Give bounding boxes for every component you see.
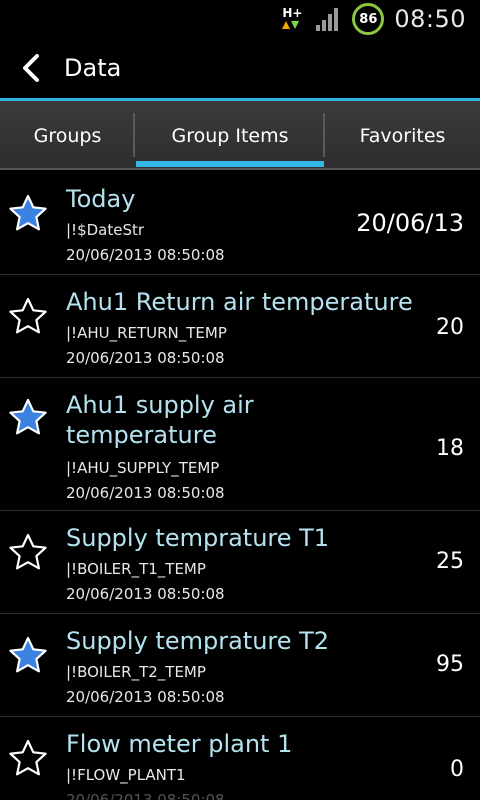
favorite-star-outline-icon[interactable]: [8, 297, 48, 337]
tab-favorites[interactable]: Favorites: [325, 101, 480, 170]
item-tag: |!BOILER_T1_TEMP: [66, 560, 206, 578]
item-tag: |!$DateStr: [66, 221, 145, 239]
item-value: 20/06/13: [356, 209, 464, 237]
item-name: Supply temprature T1: [66, 524, 330, 552]
network-activity-icon: H+: [280, 4, 302, 34]
item-name: Flow meter plant 1: [66, 730, 293, 758]
download-arrow-icon: [291, 21, 300, 29]
item-name: Today: [66, 185, 136, 213]
item-timestamp: 20/06/2013 08:50:08: [66, 484, 225, 502]
item-timestamp: 20/06/2013 08:50:08: [66, 349, 225, 367]
item-value: 20: [436, 315, 464, 340]
item-timestamp: 20/06/2013 08:50:08: [66, 585, 225, 603]
item-name: Ahu1 supply air temperature: [66, 391, 254, 449]
page-title: Data: [64, 54, 122, 82]
upload-arrow-icon: [282, 21, 291, 29]
item-value: 25: [436, 549, 464, 574]
favorite-star-outline-icon[interactable]: [8, 533, 48, 573]
tab-label: Group Items: [171, 124, 289, 147]
item-tag: |!FLOW_PLANT1: [66, 766, 186, 784]
list-item[interactable]: Ahu1 supply air temperature |!AHU_SUPPLY…: [0, 378, 480, 511]
status-bar: H+ 86 08:50: [0, 0, 480, 38]
action-bar: Data: [0, 38, 480, 98]
item-timestamp: 20/06/2013 08:50:08: [66, 246, 225, 264]
selected-tab-indicator: [136, 161, 324, 167]
tab-label: Favorites: [359, 124, 446, 147]
favorite-star-filled-icon[interactable]: [8, 194, 48, 234]
list-item[interactable]: Supply temprature T1 |!BOILER_T1_TEMP 20…: [0, 511, 480, 614]
item-tag: |!AHU_RETURN_TEMP: [66, 324, 227, 342]
tab-label: Groups: [33, 124, 102, 147]
item-value: 95: [436, 652, 464, 677]
battery-icon: 86: [352, 3, 385, 35]
network-type-label: H+: [282, 6, 303, 20]
tab-group-items[interactable]: Group Items: [135, 101, 325, 170]
status-clock: 08:50: [394, 5, 466, 33]
tab-groups[interactable]: Groups: [0, 101, 135, 170]
battery-level: 86: [359, 11, 378, 27]
list-item[interactable]: Flow meter plant 1 |!FLOW_PLANT1 20/06/2…: [0, 717, 480, 800]
item-tag: |!BOILER_T2_TEMP: [66, 663, 206, 681]
item-timestamp: 20/06/2013 08:50:08: [66, 791, 225, 800]
back-button[interactable]: [2, 38, 60, 98]
favorite-star-outline-icon[interactable]: [8, 739, 48, 779]
list-item[interactable]: Ahu1 Return air temperature |!AHU_RETURN…: [0, 275, 480, 378]
item-timestamp: 20/06/2013 08:50:08: [66, 688, 225, 706]
tab-bar-divider: [0, 168, 480, 170]
item-value: 0: [450, 757, 464, 782]
list-item[interactable]: Today |!$DateStr 20/06/2013 08:50:08 20/…: [0, 172, 480, 275]
item-name: Ahu1 Return air temperature: [66, 288, 413, 316]
tab-bar: Groups Group Items Favorites: [0, 101, 480, 170]
chevron-left-icon: [23, 54, 39, 82]
signal-strength-icon: [316, 8, 339, 31]
app-screen: H+ 86 08:50 Data Groups Group Items Favo…: [0, 0, 480, 800]
item-list: Today |!$DateStr 20/06/2013 08:50:08 20/…: [0, 172, 480, 800]
item-value: 18: [436, 436, 464, 461]
item-tag: |!AHU_SUPPLY_TEMP: [66, 459, 220, 477]
item-name: Supply temprature T2: [66, 627, 330, 655]
favorite-star-filled-icon[interactable]: [8, 398, 48, 438]
list-item[interactable]: Supply temprature T2 |!BOILER_T2_TEMP 20…: [0, 614, 480, 717]
favorite-star-filled-icon[interactable]: [8, 636, 48, 676]
